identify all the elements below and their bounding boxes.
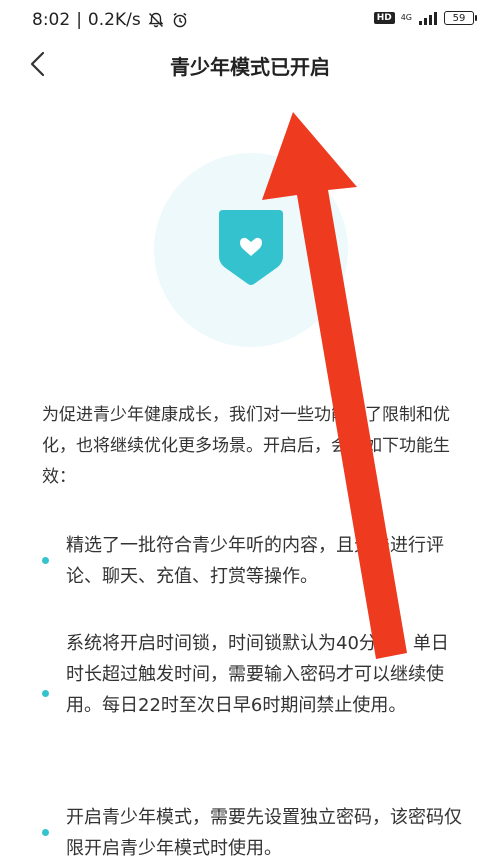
status-bar: 8:02 | 0.2K/s HD 4G 59 bbox=[0, 0, 500, 42]
feature-item: 精选了一批符合青少年听的内容，且无法进行评论、聊天、充值、打赏等操作。 bbox=[66, 535, 444, 587]
signal-icon bbox=[419, 12, 437, 25]
hd-badge: HD bbox=[373, 12, 395, 24]
status-left: 8:02 | 0.2K/s bbox=[32, 10, 189, 30]
shield-heart-icon bbox=[219, 210, 283, 285]
feature-bullet bbox=[42, 829, 49, 836]
network-type-label: 4G bbox=[400, 13, 412, 22]
bell-off-icon bbox=[148, 12, 164, 28]
feature-item: 开启青少年模式，需要先设置独立密码，该密码仅限开启青少年模式时使用。 bbox=[66, 807, 462, 859]
feature-bullet bbox=[42, 557, 49, 564]
battery-indicator: 59 bbox=[444, 11, 477, 25]
status-separator: | bbox=[76, 10, 82, 30]
status-network-speed: 0.2K/s bbox=[87, 10, 141, 30]
navigation-header: 青少年模式已开启 bbox=[0, 42, 500, 88]
feature-item: 系统将开启时间锁，时间锁默认为40分钟。单日时长超过触发时间，需要输入密码才可以… bbox=[66, 633, 449, 716]
alarm-icon bbox=[173, 12, 187, 28]
teen-mode-page: 8:02 | 0.2K/s HD 4G 59 青少年模式已开启 为促进青少年健康… bbox=[0, 0, 500, 867]
status-time: 8:02 bbox=[32, 10, 71, 30]
page-title: 青少年模式已开启 bbox=[170, 55, 330, 79]
status-right: HD 4G 59 bbox=[373, 11, 477, 25]
intro-text: 为促进青少年健康成长，我们对一些功能做了限制和优化，也将继续优化更多场景。开启后… bbox=[42, 405, 450, 487]
network-type: 4G bbox=[401, 14, 412, 22]
feature-bullet bbox=[42, 690, 49, 697]
